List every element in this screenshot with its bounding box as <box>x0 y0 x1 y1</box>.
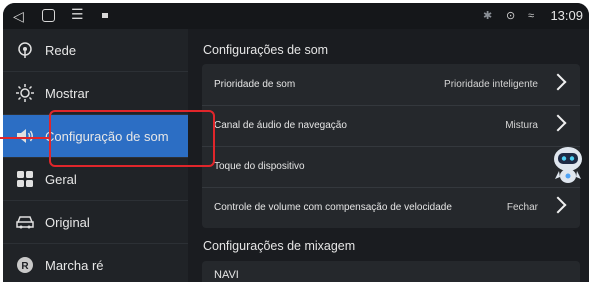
home-icon[interactable] <box>42 9 55 22</box>
sidebar-item-label: Marcha ré <box>45 257 104 273</box>
status-bar: ◁ ☰ ✱ ⊙ ≈ 13:09 <box>3 3 589 29</box>
row-speed-volume-compensation[interactable]: Controle de volume com compensação de ve… <box>202 187 580 228</box>
row-label: Controle de volume com compensação de ve… <box>214 202 452 213</box>
sidebar-item-mostrar[interactable]: Mostrar <box>3 72 188 115</box>
sidebar-item-label: Original <box>45 214 90 230</box>
mix-item-navi[interactable]: NAVI <box>202 261 580 282</box>
svg-text:R: R <box>21 261 29 272</box>
back-icon[interactable]: ◁ <box>13 7 24 25</box>
speaker-icon <box>14 125 36 147</box>
sidebar-item-rede[interactable]: Rede <box>3 29 188 72</box>
grid-icon <box>14 168 36 190</box>
wifi-icon: ≈ <box>528 10 535 22</box>
mix-item-label: NAVI <box>214 269 239 281</box>
chevron-right-icon <box>549 196 567 214</box>
sidebar-item-label: Mostrar <box>45 85 90 101</box>
sidebar-item-label: Geral <box>45 171 77 187</box>
chevron-right-icon <box>549 73 567 91</box>
sound-settings-title: Configurações de som <box>203 43 329 57</box>
clock: 13:09 <box>550 8 583 23</box>
row-value: Fechar <box>506 202 538 213</box>
row-device-ringtone[interactable]: Toque do dispositivo <box>202 146 580 188</box>
network-icon <box>14 39 36 61</box>
settings-content: Configurações de som Prioridade de som P… <box>192 29 589 282</box>
row-sound-priority[interactable]: Prioridade de som Prioridade inteligente <box>202 64 580 106</box>
row-label: Canal de áudio de navegação <box>214 120 347 131</box>
chevron-right-icon <box>549 114 567 132</box>
sidebar-item-label: Rede <box>45 42 77 58</box>
row-label: Prioridade de som <box>214 79 296 90</box>
row-value: Mistura <box>505 120 538 131</box>
car-icon <box>14 211 36 233</box>
row-label: Toque do dispositivo <box>214 161 305 172</box>
sound-settings-panel: Prioridade de som Prioridade inteligente… <box>202 64 580 228</box>
location-icon: ⊙ <box>506 10 516 22</box>
row-value: Prioridade inteligente <box>444 79 538 90</box>
reverse-icon: R <box>14 254 36 276</box>
mix-settings-title: Configurações de mixagem <box>203 239 356 253</box>
sidebar-item-original[interactable]: Original <box>3 201 188 244</box>
row-navigation-audio-channel[interactable]: Canal de áudio de navegação Mistura <box>202 105 580 147</box>
assistant-robot-icon[interactable] <box>549 144 587 188</box>
callout-line <box>0 137 49 139</box>
sidebar-item-marcha-re[interactable]: R Marcha ré <box>3 244 188 282</box>
callout-highlight-box <box>49 110 215 167</box>
bluetooth-icon: ✱ <box>483 10 493 22</box>
brightness-icon <box>14 82 36 104</box>
app-icon[interactable] <box>102 13 108 18</box>
menu-icon[interactable]: ☰ <box>71 5 84 23</box>
